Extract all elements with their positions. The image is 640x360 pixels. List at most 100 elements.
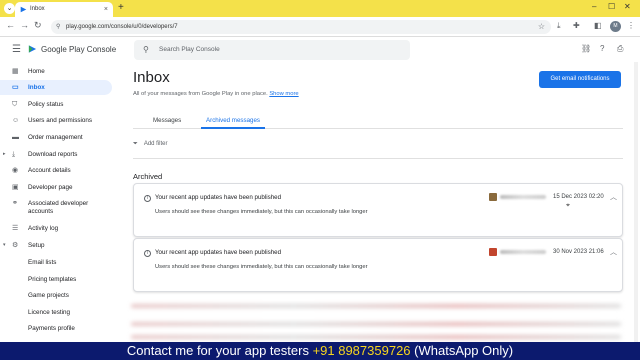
tab-archived-messages[interactable]: Archived messages	[201, 112, 265, 129]
page-title: Inbox	[133, 69, 170, 86]
show-more-link[interactable]: Show more	[269, 91, 298, 97]
message-body: Users should see these changes immediate…	[155, 209, 368, 215]
google-play-console-logo-icon	[28, 45, 37, 53]
sidebar-item-label: Pricing templates	[28, 276, 77, 283]
page-subtitle: All of your messages from Google Play in…	[133, 91, 299, 97]
tab-search-button[interactable]: ⌄	[4, 3, 15, 14]
sidebar-item-label: Order management	[28, 134, 83, 141]
tab-messages[interactable]: Messages	[153, 112, 181, 129]
collapse-chevron-icon[interactable]: ︿	[610, 247, 617, 257]
sidebar-item-label: Setup	[28, 242, 45, 249]
sidebar-item-home[interactable]: ▦ Home	[0, 64, 112, 79]
message-body: Users should see these changes immediate…	[155, 264, 368, 270]
sidebar-item-associated-developer-accounts[interactable]: ⚭ Associated developer accounts	[0, 197, 112, 219]
redacted-app-name	[500, 250, 546, 254]
sidebar-item-label: Developer page	[28, 184, 73, 191]
app-icon	[489, 193, 497, 201]
collapse-chevron-icon[interactable]: ︿	[610, 192, 617, 202]
sidebar-item-label: Home	[28, 68, 45, 75]
address-bar[interactable]: ⚲ play.google.com/console/u/0/developers…	[51, 20, 551, 34]
help-icon[interactable]: ?	[600, 44, 604, 53]
banner-prefix: Contact me for your app testers	[126, 343, 313, 358]
filter-icon: ⏷	[133, 141, 138, 147]
search-placeholder: Search Play Console	[159, 46, 220, 53]
sidebar-item-label: Users and permissions	[28, 117, 93, 124]
forward-arrow-icon[interactable]: →	[20, 20, 29, 30]
info-icon: i	[144, 250, 151, 257]
activity-icon: ☰	[12, 225, 19, 232]
divider	[133, 158, 623, 159]
sidebar-item-email-lists[interactable]: Email lists	[0, 255, 112, 270]
sidebar-item-licence-testing[interactable]: Licence testing	[0, 305, 112, 320]
add-filter-button[interactable]: ⏷ Add filter	[133, 141, 168, 148]
message-date: 30 Nov 2023 21:06	[553, 249, 604, 255]
play-console-favicon-icon	[20, 6, 27, 13]
sidebar-item-payments-profile[interactable]: Payments profile	[0, 321, 112, 336]
sidebar-item-download-reports[interactable]: ▸ ⤓ Download reports	[0, 147, 112, 162]
message-card[interactable]: i Your recent app updates have been publ…	[133, 183, 623, 237]
sidebar-item-label: Policy status	[28, 101, 64, 108]
account-icon: ◉	[12, 167, 19, 174]
sidebar-item-developer-page[interactable]: ▣ Developer page	[0, 180, 112, 195]
redacted-app-name	[500, 195, 546, 199]
sidebar-item-policy-status[interactable]: ⛉ Policy status	[0, 97, 112, 112]
scrollbar[interactable]	[634, 62, 638, 342]
profile-avatar[interactable]: M	[610, 21, 621, 32]
message-card[interactable]: i Your recent app updates have been publ…	[133, 238, 623, 292]
app-icon	[489, 248, 497, 256]
tab-title: Inbox	[30, 6, 45, 12]
promo-banner: Contact me for your app testers +91 8987…	[0, 342, 640, 360]
page-icon: ▣	[12, 184, 19, 191]
home-icon: ▦	[12, 68, 19, 75]
extension-download-icon[interactable]: ⤓	[557, 21, 561, 31]
collapse-caret-icon[interactable]: ▾	[3, 238, 6, 253]
expand-caret-icon[interactable]: ▸	[3, 147, 6, 162]
sidebar-item-label: Activity log	[28, 225, 59, 232]
page-subtitle-text: All of your messages from Google Play in…	[133, 91, 268, 97]
redacted-message-row	[131, 322, 621, 326]
close-tab-icon[interactable]: ×	[104, 2, 108, 17]
sidebar-item-label: Licence testing	[28, 309, 71, 316]
sidebar-item-label: Payments profile	[28, 325, 75, 332]
minimize-button[interactable]: ‒	[592, 2, 596, 11]
mouse-pointer-icon: ⌖	[566, 202, 570, 209]
sidebar-item-activity-log[interactable]: ☰ Activity log	[0, 221, 112, 236]
notifications-icon[interactable]: ⎙	[617, 44, 623, 54]
banner-suffix: (WhatsApp Only)	[410, 343, 514, 358]
info-icon: i	[144, 195, 151, 202]
link-accounts-icon: ⚭	[12, 200, 18, 207]
sidebar-item-label: Inbox	[28, 84, 45, 91]
sidebar-item-users-and-permissions[interactable]: ☺ Users and permissions	[0, 113, 112, 128]
bookmark-star-icon[interactable]: ☆	[538, 20, 545, 34]
browser-tab-inbox[interactable]: Inbox ×	[15, 2, 113, 17]
sidepanel-icon[interactable]: ◧	[594, 21, 602, 30]
search-input[interactable]: ⚲ Search Play Console	[134, 40, 410, 60]
download-icon: ⤓	[12, 151, 16, 158]
banner-phone: +91 8987359726	[312, 343, 411, 358]
maximize-button[interactable]: ☐	[608, 2, 615, 11]
link-icon[interactable]: ⛓	[581, 44, 591, 53]
chrome-menu-icon[interactable]: ⋮	[627, 21, 635, 30]
back-arrow-icon[interactable]: ←	[6, 20, 15, 30]
shield-icon: ⛉	[12, 101, 18, 108]
hamburger-menu-icon[interactable]: ☰	[12, 44, 21, 55]
get-email-notifications-button[interactable]: Get email notifications	[539, 71, 621, 88]
sidebar-item-account-details[interactable]: ◉ Account details	[0, 163, 112, 178]
sidebar-item-inbox[interactable]: ▭ Inbox	[0, 80, 112, 95]
new-tab-button[interactable]: +	[118, 2, 124, 13]
browser-tab-strip: ⌄ Inbox × + ‒ ☐ ✕	[0, 0, 640, 17]
section-heading: Archived	[133, 172, 163, 181]
inbox-icon: ▭	[12, 84, 19, 91]
extensions-puzzle-icon[interactable]: ✚	[573, 21, 580, 30]
sidebar-item-setup[interactable]: ▾ ⚙ Setup	[0, 238, 112, 253]
sidebar-item-pricing-templates[interactable]: Pricing templates	[0, 272, 112, 287]
close-window-button[interactable]: ✕	[624, 2, 631, 11]
inbox-tabs: Messages Archived messages	[133, 112, 623, 129]
redacted-message-row	[131, 304, 621, 308]
message-title: Your recent app updates have been publis…	[155, 249, 282, 256]
sidebar-item-order-management[interactable]: ▬ Order management	[0, 130, 112, 145]
reload-icon[interactable]: ↻	[34, 20, 42, 31]
site-info-icon[interactable]: ⚲	[56, 20, 60, 34]
browser-toolbar: ← → ↻ ⚲ play.google.com/console/u/0/deve…	[0, 17, 640, 37]
sidebar-item-game-projects[interactable]: Game projects	[0, 288, 112, 303]
